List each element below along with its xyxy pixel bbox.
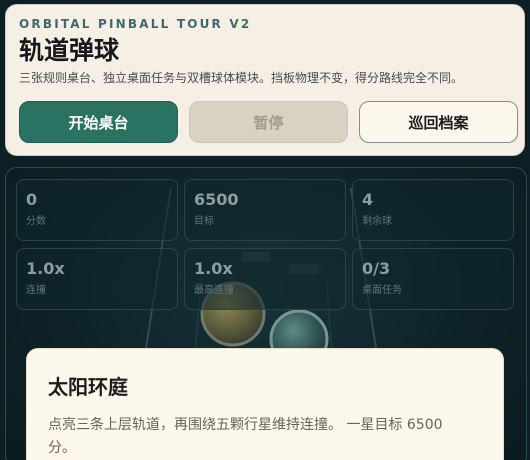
action-buttons: 开始桌台 暂停 巡回档案 — [19, 101, 518, 143]
stat-value: 1.0x — [26, 259, 65, 278]
stat-value: 0/3 — [362, 259, 391, 278]
stat-score: 0 分数 — [16, 179, 178, 241]
start-table-button[interactable]: 开始桌台 — [19, 101, 178, 143]
stat-table-missions: 0/3 桌面任务 — [352, 248, 514, 310]
tour-archive-button[interactable]: 巡回档案 — [359, 101, 518, 143]
stat-label: 目标 — [194, 216, 214, 227]
stat-combo: 1.0x 连撞 — [16, 248, 178, 310]
table-info-card: 太阳环庭 点亮三条上层轨道，再围绕五颗行星维持连撞。 一星目标 6500 分。 — [26, 348, 504, 460]
stat-value: 4 — [362, 190, 374, 209]
stats-grid: 0 分数 6500 目标 4 剩余球 1.0x 连撞 1.0x 最高连撞 0/3… — [16, 179, 514, 310]
stat-label: 桌面任务 — [362, 285, 402, 296]
table-description: 点亮三条上层轨道，再围绕五颗行星维持连撞。 一星目标 6500 分。 — [48, 417, 443, 456]
page-subtitle: 三张规则桌台、独立桌面任务与双槽球体模块。挡板物理不变，得分路线完全不同。 — [19, 71, 464, 85]
stat-balls-left: 4 剩余球 — [352, 179, 514, 241]
pause-button[interactable]: 暂停 — [189, 101, 348, 143]
table-title: 太阳环庭 — [48, 375, 128, 399]
stat-label: 分数 — [26, 216, 46, 227]
stat-value: 1.0x — [194, 259, 233, 278]
stat-value: 6500 — [194, 190, 239, 209]
stat-label: 剩余球 — [362, 216, 392, 227]
stat-target: 6500 目标 — [184, 179, 346, 241]
stat-label: 最高连撞 — [194, 285, 234, 296]
page-title: 轨道弹球 — [19, 36, 120, 65]
stat-max-combo: 1.0x 最高连撞 — [184, 248, 346, 310]
header-card: ORBITAL PINBALL TOUR V2 轨道弹球 三张规则桌台、独立桌面… — [5, 4, 525, 156]
stat-label: 连撞 — [26, 285, 46, 296]
stat-value: 0 — [26, 190, 38, 209]
app-eyebrow: ORBITAL PINBALL TOUR V2 — [19, 17, 252, 31]
